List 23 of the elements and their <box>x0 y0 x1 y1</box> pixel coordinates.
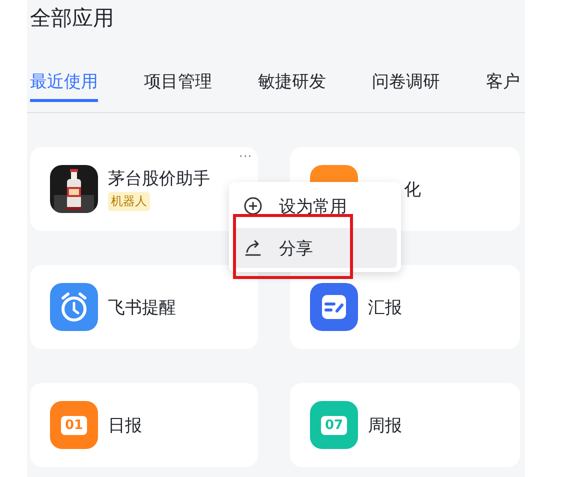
app-card[interactable]: 01 日报 <box>30 383 258 467</box>
app-name: 化 <box>404 178 421 200</box>
app-name: 汇报 <box>368 296 402 318</box>
page-title: 全部应用 <box>29 5 115 32</box>
app-card[interactable]: 汇报 <box>290 265 520 349</box>
tab[interactable]: 敏捷研发 <box>258 70 326 99</box>
tab[interactable]: 项目管理 <box>144 70 212 99</box>
menu-item[interactable]: 分享 <box>233 228 397 268</box>
app-name: 周报 <box>368 414 402 436</box>
calendar-icon: 01 <box>50 401 98 449</box>
calendar-icon: 07 <box>310 401 358 449</box>
app-tag: 机器人 <box>108 192 150 211</box>
tab[interactable]: 客户 <box>486 70 520 99</box>
app-name: 飞书提醒 <box>108 296 176 318</box>
tab[interactable]: 问卷调研 <box>372 70 440 99</box>
app-card[interactable]: 07 周报 <box>290 383 520 467</box>
share-icon <box>243 238 263 258</box>
plus-circle-icon <box>243 196 263 216</box>
app-name: 茅台股价助手 <box>108 168 210 190</box>
app-card[interactable]: 茅台股价助手 机器人 ··· <box>30 147 258 231</box>
tab[interactable]: 最近使用 <box>30 70 98 102</box>
app-name: 日报 <box>108 414 142 436</box>
app-card[interactable]: 飞书提醒 <box>30 265 258 349</box>
